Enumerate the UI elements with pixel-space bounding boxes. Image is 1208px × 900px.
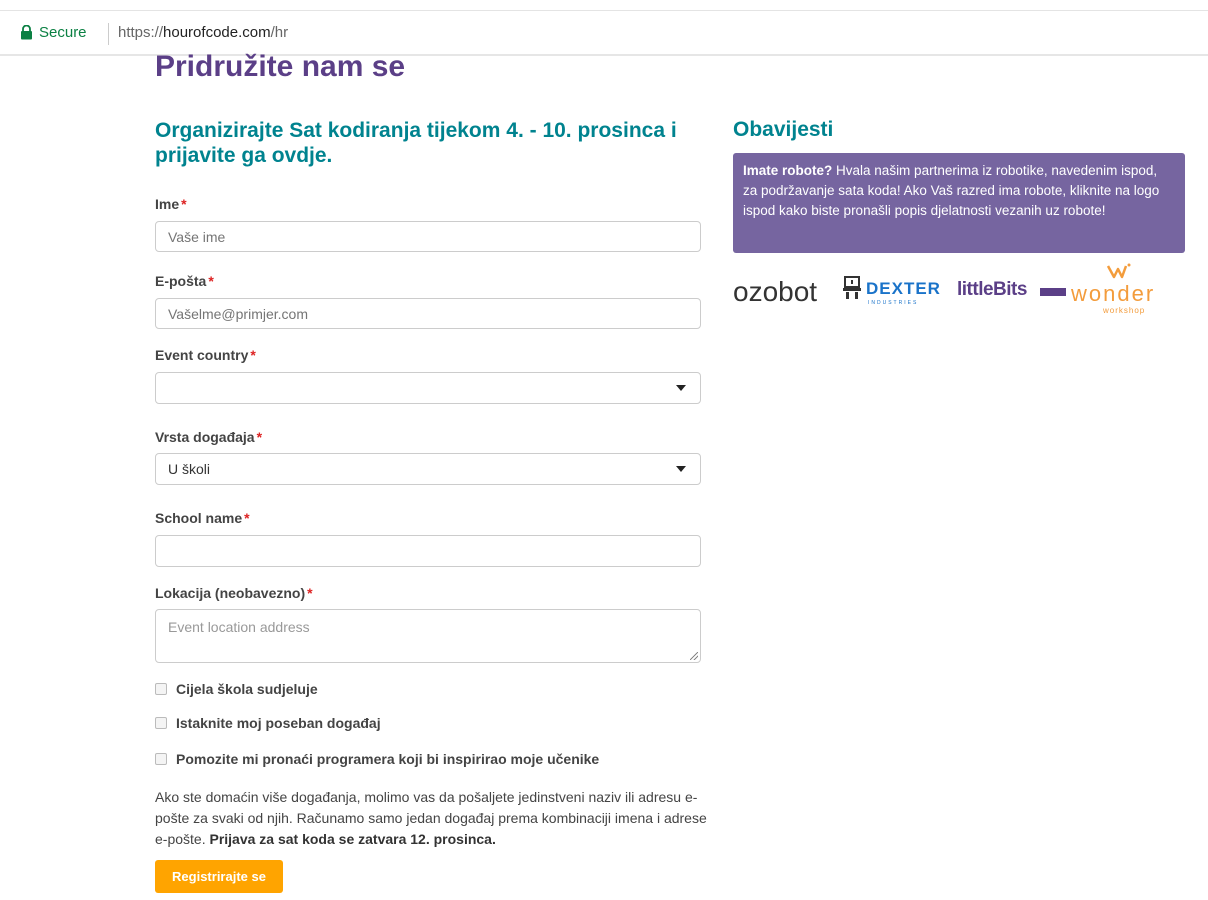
email-label: E-pošta * [155,273,214,289]
checkbox-label: Pomozite mi pronaći programera koji bi i… [176,751,600,767]
chevron-down-icon [676,385,686,391]
wonder-logo-subtitle: workshop [1103,306,1146,315]
notification-bold: Imate robote? [743,163,833,178]
required-mark: * [181,196,187,212]
email-input[interactable] [155,298,701,329]
location-textarea[interactable]: Event location address [155,609,701,663]
url-scheme: https:// [118,24,164,41]
wonder-logo[interactable]: wonder [1071,281,1155,307]
required-mark: * [244,510,250,526]
info-text-bold: Prijava za sat koda se zatvara 12. prosi… [209,831,496,847]
checkbox-box[interactable] [155,753,167,765]
event-type-label: Vrsta događaja * [155,429,262,445]
ozobot-logo[interactable]: ozobot [733,276,817,308]
resize-handle-icon[interactable] [690,652,698,660]
event-country-select[interactable] [155,372,701,404]
event-type-label-text: Vrsta događaja [155,429,255,445]
location-label: Lokacija (neobavezno) * [155,585,313,601]
dexter-logo[interactable]: DEXTER [866,279,941,299]
url-text[interactable]: https://hourofcode.com/hr [118,24,288,41]
checkbox-box[interactable] [155,683,167,695]
required-mark: * [208,273,214,289]
name-input[interactable] [155,221,701,252]
required-mark: * [307,585,313,601]
url-host: hourofcode.com [163,24,271,41]
info-text: Ako ste domaćin više događanja, molimo v… [155,787,715,850]
littlebits-logo[interactable]: littleBits [957,279,1027,301]
event-country-label-text: Event country [155,347,249,363]
littlebits-education-badge [1040,288,1066,296]
checkbox-label: Istaknite moj poseban događaj [176,715,381,731]
email-label-text: E-pošta [155,273,207,289]
secure-indicator[interactable]: Secure [20,24,87,41]
checkbox-label: Cijela škola sudjeluje [176,681,318,697]
dexter-robot-icon[interactable] [843,276,861,300]
url-path: /hr [270,24,289,41]
lock-icon [21,25,32,40]
address-divider [108,23,109,45]
checkbox-whole-school[interactable]: Cijela škola sudjeluje [155,681,318,697]
chevron-down-icon [676,466,686,472]
location-placeholder: Event location address [168,619,310,635]
event-country-label: Event country * [155,347,256,363]
location-label-text: Lokacija (neobavezno) [155,585,306,601]
school-name-label-text: School name [155,510,243,526]
name-label: Ime * [155,196,187,212]
event-type-select[interactable]: U školi [155,453,701,485]
form-heading: Organizirajte Sat kodiranja tijekom 4. -… [155,119,677,167]
notification-box: Imate robote? Hvala našim partnerima iz … [733,153,1185,253]
required-mark: * [256,429,263,445]
required-mark: * [250,347,256,363]
event-type-value: U školi [168,461,211,477]
browser-address-bar[interactable]: Secure https://hourofcode.com/hr [0,10,1208,55]
notifications-heading: Obavijesti [733,118,834,141]
school-name-input[interactable] [155,535,701,567]
checkbox-feature-event[interactable]: Istaknite moj poseban događaj [155,715,381,731]
school-name-label: School name * [155,510,250,526]
checkbox-box[interactable] [155,717,167,729]
page-title: Pridružite nam se [155,50,406,83]
robotics-partner-logos: ozobot DEXTER INDUSTRIES littleBits wond… [733,262,1185,322]
checkbox-find-programmer[interactable]: Pomozite mi pronaći programera koji bi i… [155,751,599,767]
wonder-workshop-icon[interactable] [1105,262,1131,280]
name-label-text: Ime [155,196,180,212]
dexter-logo-subtitle: INDUSTRIES [868,300,919,306]
register-button[interactable]: Registrirajte se [155,860,283,893]
secure-label: Secure [39,24,87,41]
